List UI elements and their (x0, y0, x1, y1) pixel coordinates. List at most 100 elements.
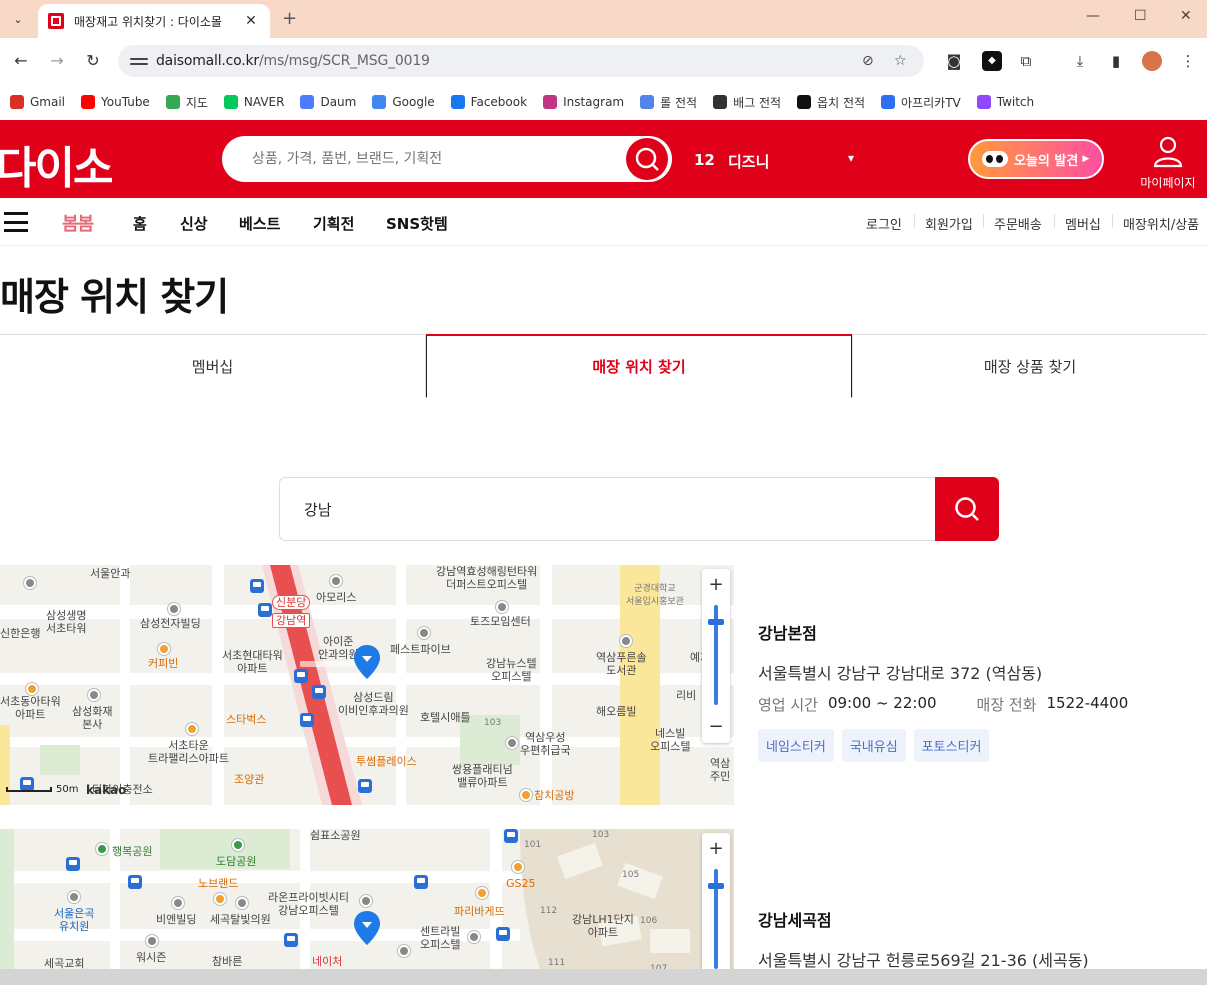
chevron-down-icon[interactable]: ▾ (848, 151, 854, 165)
bookmark-item[interactable]: YouTube (81, 95, 150, 109)
store-location-link[interactable]: 매장위치/상품 (1123, 214, 1199, 233)
hamburger-menu-icon[interactable] (4, 212, 28, 232)
puzzle-extensions-icon[interactable]: ⧉ (1016, 51, 1036, 71)
bookmark-favicon-icon (976, 95, 991, 109)
store-search-button[interactable] (935, 477, 999, 541)
download-icon[interactable]: ⤓ (1070, 51, 1090, 71)
bookmark-item[interactable]: Google (372, 95, 435, 109)
map-label: 강남LH1단지 아파트 (572, 913, 634, 939)
store-map-segok[interactable]: 행복공원 도담공원 쉼표소공원 서울은곡 유치원 노브랜드 비엔빌딩 세곡탈빛의… (0, 829, 734, 969)
side-panel-icon[interactable]: ▮ (1106, 51, 1126, 71)
location-off-icon[interactable]: ⊘ (862, 53, 874, 69)
maximize-icon[interactable]: ☐ (1134, 8, 1147, 24)
zoom-knob[interactable] (708, 883, 724, 889)
profile-avatar[interactable] (1142, 51, 1162, 71)
browser-tab-active[interactable]: 매장재고 위치찾기 : 다이소몰 ✕ (38, 4, 270, 38)
address-bar[interactable]: daisomall.co.kr/ms/msg/SCR_MSG_0019 ⊘ ☆ (118, 45, 924, 77)
bookmark-item[interactable]: NAVER (223, 95, 284, 109)
site-search-input[interactable] (252, 136, 632, 182)
today-discovery-button[interactable]: 오늘의 발견 ▶ (968, 139, 1104, 179)
extension-dark-icon[interactable]: ◆ (982, 51, 1002, 71)
bookmark-item[interactable]: 지도 (165, 94, 208, 111)
store-location-pin-icon[interactable] (354, 645, 380, 679)
bookmark-item[interactable]: 롤 전적 (640, 94, 697, 111)
search-icon (635, 147, 659, 171)
bus-stop-icon (66, 857, 80, 871)
map-label: 신한은행 (0, 627, 41, 640)
store-map-gangnam[interactable]: 서울안과 삼성생명 서초타워 신한은행 삼성전자빌딩 커피빈 서초동아타워 아파… (0, 565, 734, 805)
daiso-logo[interactable]: 다이소 (0, 132, 113, 196)
bookmark-item[interactable]: Gmail (10, 95, 65, 109)
spring-event-logo[interactable]: 봄봄 (62, 210, 94, 236)
map-label: 강남역효성해링턴타워 더퍼스트오피스텔 (436, 565, 538, 591)
site-search-button[interactable] (626, 138, 668, 180)
bookmark-item[interactable]: 옵치 전적 (797, 94, 865, 111)
store-search-input[interactable] (304, 478, 904, 540)
bookmark-label: Google (392, 95, 435, 109)
zoom-in-button[interactable]: + (702, 833, 730, 865)
bookmark-item[interactable]: 배그 전적 (713, 94, 781, 111)
store-card-gangnam[interactable]: 강남본점 서울특별시 강남구 강남대로 372 (역삼동) 영업 시간 09:0… (758, 620, 1198, 762)
divider (983, 214, 984, 228)
tab-title: 매장재고 위치찾기 : 다이소몰 (74, 14, 222, 29)
nav-item-best[interactable]: 베스트 (239, 213, 280, 234)
login-link[interactable]: 로그인 (866, 214, 902, 233)
bus-stop-icon (358, 779, 372, 793)
map-label: 비엔빌딩 (156, 913, 197, 926)
tab-search-button[interactable]: ⌄ (6, 7, 30, 31)
poi-marker (214, 893, 226, 905)
map-label: 참바른 (212, 955, 243, 968)
store-address: 서울특별시 강남구 강남대로 372 (역삼동) (758, 664, 1043, 683)
zoom-slider[interactable] (702, 865, 730, 969)
membership-link[interactable]: 멤버십 (1065, 214, 1101, 233)
mypage-label: 마이페이지 (1140, 176, 1196, 190)
store-card-segok[interactable]: 강남세곡점 서울특별시 강남구 헌릉로569길 21-36 (세곡동) (758, 907, 1198, 971)
minimize-icon[interactable]: — (1086, 8, 1100, 24)
forward-arrow-icon[interactable]: → (46, 50, 68, 72)
bookmark-star-icon[interactable]: ☆ (894, 53, 907, 69)
trend-term[interactable]: 디즈니 (728, 151, 769, 172)
tab-store-location[interactable]: 매장 위치 찾기 (426, 334, 852, 398)
mypage-button[interactable]: 마이페이지 (1136, 134, 1200, 191)
chevron-down-icon: ⌄ (13, 12, 23, 26)
map-label: 조양관 (234, 773, 265, 786)
new-tab-button[interactable]: + (282, 8, 297, 29)
bookmark-item[interactable]: 아프리카TV (881, 94, 961, 111)
url-path: /ms/msg/SCR_MSG_0019 (259, 53, 430, 69)
back-arrow-icon[interactable]: ← (10, 50, 32, 72)
zoom-in-button[interactable]: + (702, 569, 730, 601)
store-location-pin-icon[interactable] (354, 911, 380, 945)
close-icon[interactable]: ✕ (242, 13, 260, 29)
store-tabs: 멤버십 매장 위치 찾기 매장 상품 찾기 (0, 334, 1207, 398)
nav-item-promotion[interactable]: 기획전 (313, 213, 354, 234)
zoom-knob[interactable] (708, 619, 724, 625)
bookmark-favicon-icon (223, 95, 238, 109)
browser-tabstrip: ⌄ 매장재고 위치찾기 : 다이소몰 ✕ + — ☐ ✕ (0, 0, 1207, 38)
map-label: 역삼우성 우편취급국 (520, 731, 571, 757)
bookmark-label: 지도 (185, 95, 208, 110)
bookmark-item[interactable]: Twitch (976, 95, 1034, 109)
divider (1054, 214, 1055, 228)
nav-item-home[interactable]: 홈 (133, 213, 147, 234)
horizontal-scrollbar[interactable] (0, 969, 1207, 985)
window-close-icon[interactable]: ✕ (1180, 8, 1192, 24)
camera-icon[interactable]: ◙ (944, 51, 964, 71)
bus-stop-icon (128, 875, 142, 889)
tab-store-products[interactable]: 매장 상품 찾기 (852, 334, 1207, 397)
poi-marker (468, 931, 480, 943)
bookmark-item[interactable]: Daum (300, 95, 356, 109)
bookmark-item[interactable]: Instagram (543, 95, 624, 109)
bookmark-item[interactable]: Facebook (450, 95, 527, 109)
reload-icon[interactable]: ↻ (82, 50, 104, 72)
signup-link[interactable]: 회원가입 (925, 214, 973, 233)
nav-item-sns-hot[interactable]: SNS핫템 (386, 213, 448, 234)
zoom-out-button[interactable]: − (702, 711, 730, 743)
site-info-icon[interactable] (130, 52, 148, 70)
park-marker (96, 843, 108, 855)
zoom-slider[interactable] (702, 601, 730, 711)
more-menu-icon[interactable]: ⋮ (1178, 51, 1198, 71)
map-label: 커피빈 (148, 657, 179, 670)
order-delivery-link[interactable]: 주문배송 (994, 214, 1042, 233)
tab-membership[interactable]: 멤버십 (0, 334, 426, 397)
nav-item-new[interactable]: 신상 (180, 213, 208, 234)
